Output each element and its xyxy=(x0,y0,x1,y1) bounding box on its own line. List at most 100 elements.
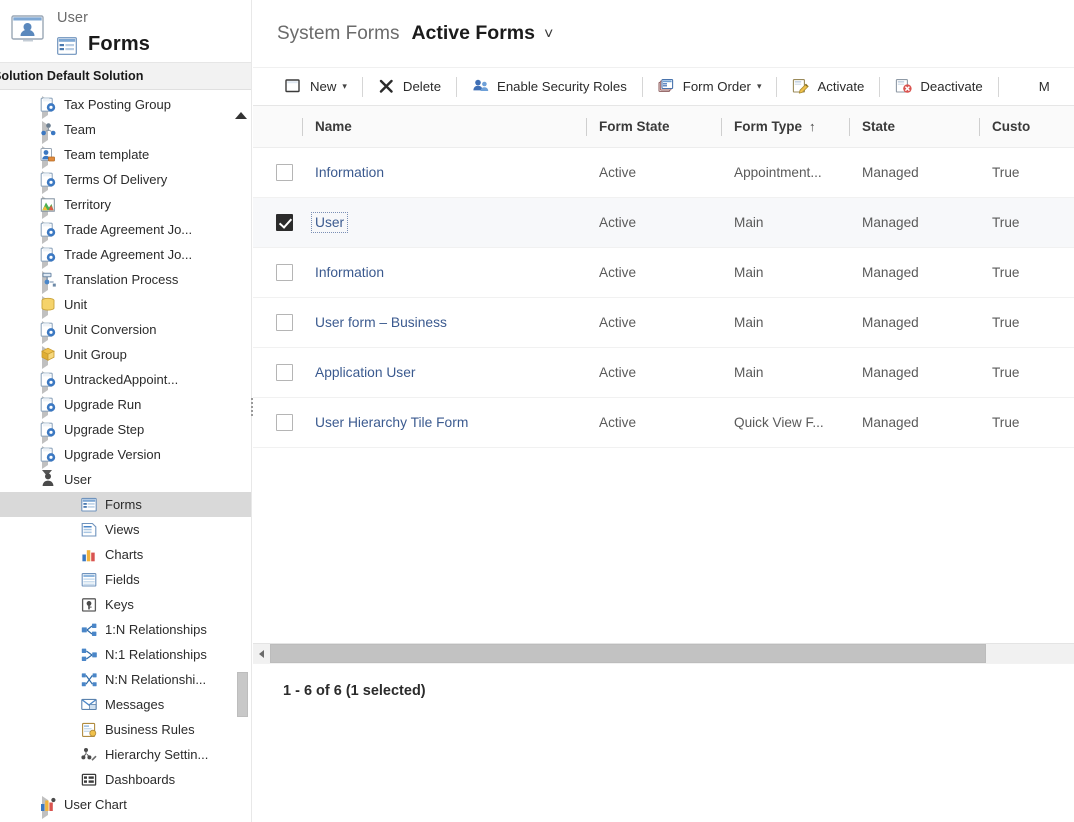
tree-item-dashboards[interactable]: Dashboards xyxy=(0,767,251,792)
cell-state: Managed xyxy=(846,198,976,248)
tree-item-tax-posting-group[interactable]: Tax Posting Group xyxy=(0,92,251,117)
cell-name[interactable]: User form – Business xyxy=(299,298,583,348)
sidebar-vertical-scrollbar[interactable] xyxy=(237,110,248,710)
sidebar-scrollbar-thumb[interactable] xyxy=(237,672,248,717)
column-header-customizable[interactable]: Custo xyxy=(976,106,1074,148)
cell-name[interactable]: User Hierarchy Tile Form xyxy=(299,398,583,448)
tree-item-terms-of-delivery[interactable]: Terms Of Delivery xyxy=(0,167,251,192)
tree-item-territory[interactable]: Territory xyxy=(0,192,251,217)
entity-tree[interactable]: Tax Posting GroupTeamTeam templateTerms … xyxy=(0,90,251,822)
toolbar-button-form-order[interactable]: Form Order▾ xyxy=(650,72,770,102)
form-name-link[interactable]: User form – Business xyxy=(315,315,447,330)
cell-form-state: Active xyxy=(583,348,718,398)
tree-item-hierarchy-settin[interactable]: Hierarchy Settin... xyxy=(0,742,251,767)
row-checkbox[interactable] xyxy=(276,314,293,331)
entity-name-label: User xyxy=(57,10,88,26)
toolbar-button-new[interactable]: New▾ xyxy=(277,72,355,102)
row-select-cell[interactable] xyxy=(253,398,299,448)
column-header-form-state[interactable]: Form State xyxy=(583,106,718,148)
grid-horizontal-scrollbar[interactable] xyxy=(253,643,1074,663)
row-checkbox[interactable] xyxy=(276,414,293,431)
tree-item-unit-conversion[interactable]: Unit Conversion xyxy=(0,317,251,342)
row-checkbox[interactable] xyxy=(276,264,293,281)
table-row[interactable]: Application UserActiveMainManagedTrue xyxy=(253,348,1074,398)
tree-item-team[interactable]: Team xyxy=(0,117,251,142)
row-checkbox[interactable] xyxy=(276,164,293,181)
hscroll-track[interactable] xyxy=(270,644,1074,663)
tree-item-1-n-relationships[interactable]: 1:N Relationships xyxy=(0,617,251,642)
tree-item-n-n-relationshi[interactable]: N:N Relationshi... xyxy=(0,667,251,692)
business-rules-icon xyxy=(81,722,98,738)
toolbar-button-deactivate[interactable]: Deactivate xyxy=(887,72,990,102)
view-selector[interactable]: Active Forms˅ xyxy=(411,22,553,45)
row-select-cell[interactable] xyxy=(253,248,299,298)
row-select-cell[interactable] xyxy=(253,298,299,348)
tree-item-trade-agreement-jo[interactable]: Trade Agreement Jo... xyxy=(0,217,251,242)
tree-item-upgrade-version[interactable]: Upgrade Version xyxy=(0,442,251,467)
hscroll-thumb[interactable] xyxy=(270,644,986,663)
entity-gear-icon xyxy=(40,97,57,113)
tree-item-messages[interactable]: Messages xyxy=(0,692,251,717)
chevron-down-icon[interactable]: ˅ xyxy=(544,26,553,43)
tree-item-upgrade-step[interactable]: Upgrade Step xyxy=(0,417,251,442)
form-name-link[interactable]: User xyxy=(313,214,346,231)
cell-name[interactable]: User xyxy=(299,198,583,248)
toolbar-button-label: Enable Security Roles xyxy=(497,79,627,94)
toolbar-button-enable-security-roles[interactable]: Enable Security Roles xyxy=(464,72,635,102)
form-name-link[interactable]: User Hierarchy Tile Form xyxy=(315,415,468,430)
toolbar-button-m[interactable]: M xyxy=(1006,72,1058,102)
tree-item-label: Views xyxy=(105,523,139,536)
form-name-link[interactable]: Information xyxy=(315,165,384,180)
chevron-down-icon[interactable]: ▾ xyxy=(342,81,347,92)
delete-x-icon xyxy=(378,78,397,95)
tree-item-team-template[interactable]: Team template xyxy=(0,142,251,167)
tree-item-label: N:1 Relationships xyxy=(105,648,207,661)
tree-item-user[interactable]: User xyxy=(0,467,251,492)
tree-item-label: Forms xyxy=(105,498,142,511)
table-row[interactable]: InformationActiveMainManagedTrue xyxy=(253,248,1074,298)
column-header-form-type[interactable]: Form Type ↑ xyxy=(718,106,846,148)
tree-item-business-rules[interactable]: Business Rules xyxy=(0,717,251,742)
scroll-left-arrow-icon[interactable] xyxy=(253,644,270,663)
tree-item-trade-agreement-jo[interactable]: Trade Agreement Jo... xyxy=(0,242,251,267)
tree-item-unit-group[interactable]: Unit Group xyxy=(0,342,251,367)
row-checkbox[interactable] xyxy=(276,364,293,381)
team-icon xyxy=(40,122,57,138)
toolbar-button-activate[interactable]: Activate xyxy=(784,72,872,102)
cell-form-type: Quick View F... xyxy=(718,398,846,448)
column-header-select-all[interactable] xyxy=(253,106,299,148)
row-select-cell[interactable] xyxy=(253,148,299,198)
column-header-state[interactable]: State xyxy=(846,106,976,148)
tree-item-user-chart[interactable]: User Chart xyxy=(0,792,251,817)
row-select-cell[interactable] xyxy=(253,348,299,398)
form-order-icon xyxy=(658,78,677,95)
tree-item-unit[interactable]: Unit xyxy=(0,292,251,317)
tree-item-translation-process[interactable]: Translation Process xyxy=(0,267,251,292)
table-row[interactable]: User Hierarchy Tile FormActiveQuick View… xyxy=(253,398,1074,448)
tree-item-forms[interactable]: Forms xyxy=(0,492,251,517)
row-checkbox[interactable] xyxy=(276,214,293,231)
chevron-down-icon[interactable]: ▾ xyxy=(757,81,762,92)
cell-name[interactable]: Application User xyxy=(299,348,583,398)
command-toolbar: New▾ Delete Enable Security Roles Form Orde… xyxy=(253,68,1074,106)
row-select-cell[interactable] xyxy=(253,198,299,248)
table-row[interactable]: User form – BusinessActiveMainManagedTru… xyxy=(253,298,1074,348)
cell-name[interactable]: Information xyxy=(299,248,583,298)
tree-item-n-1-relationships[interactable]: N:1 Relationships xyxy=(0,642,251,667)
table-row[interactable]: UserActiveMainManagedTrue xyxy=(253,198,1074,248)
tree-item-untrackedappoint[interactable]: UntrackedAppoint... xyxy=(0,367,251,392)
form-name-link[interactable]: Application User xyxy=(315,365,415,380)
main-content-panel: System Forms Active Forms˅ New▾DeleteEna… xyxy=(253,0,1074,822)
tree-item-keys[interactable]: Keys xyxy=(0,592,251,617)
tree-item-label: Territory xyxy=(64,198,111,211)
tree-item-views[interactable]: Views xyxy=(0,517,251,542)
toolbar-button-delete[interactable]: Delete xyxy=(370,72,449,102)
cell-name[interactable]: Information xyxy=(299,148,583,198)
column-header-name[interactable]: Name xyxy=(299,106,583,148)
form-name-link[interactable]: Information xyxy=(315,265,384,280)
tree-item-charts[interactable]: Charts xyxy=(0,542,251,567)
column-header-form-type-label: Form Type xyxy=(734,119,802,134)
table-row[interactable]: InformationActiveAppointment...ManagedTr… xyxy=(253,148,1074,198)
tree-item-upgrade-run[interactable]: Upgrade Run xyxy=(0,392,251,417)
tree-item-fields[interactable]: Fields xyxy=(0,567,251,592)
